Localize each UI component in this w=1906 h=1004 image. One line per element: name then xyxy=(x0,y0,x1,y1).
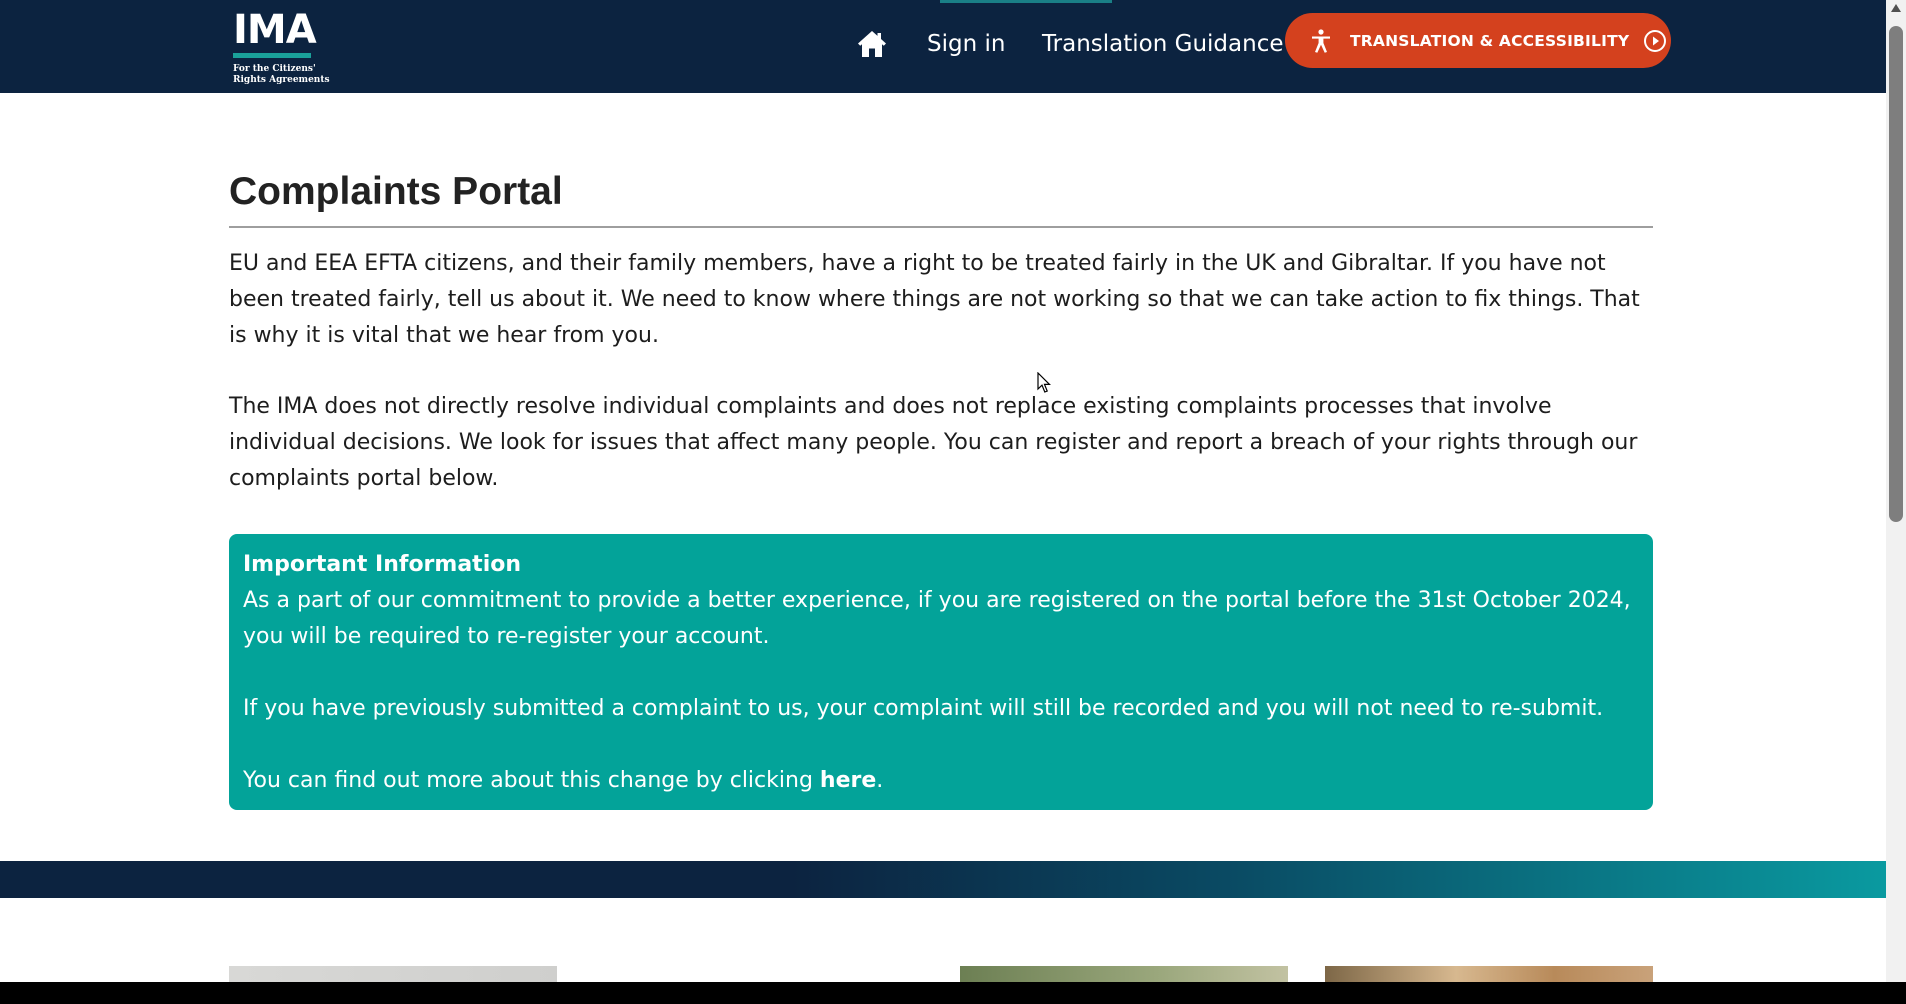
info-find-out-more-prefix: You can find out more about this change … xyxy=(243,768,820,793)
info-find-out-more: You can find out more about this change … xyxy=(243,763,1639,799)
header-accent-line xyxy=(940,0,1112,3)
site-header: IMA For the Citizens' Rights Agreements … xyxy=(0,0,1886,93)
info-heading: Important Information xyxy=(243,552,522,577)
here-link[interactable]: here xyxy=(820,768,876,793)
page-title: Complaints Portal xyxy=(229,170,563,213)
vertical-scrollbar[interactable] xyxy=(1886,0,1906,982)
info-submission-text: If you have previously submitted a compl… xyxy=(243,696,1604,721)
section-divider-band xyxy=(0,861,1886,898)
mouse-cursor-icon xyxy=(1037,372,1051,393)
logo-mark: IMA xyxy=(233,7,317,53)
important-information-box: Important Information As a part of our c… xyxy=(229,534,1653,810)
logo-tagline-line2: Rights Agreements xyxy=(233,75,330,85)
card-image[interactable] xyxy=(229,966,557,982)
info-find-out-more-suffix: . xyxy=(876,768,884,793)
logo-tagline-line1: For the Citizens' xyxy=(233,64,316,74)
intro-paragraph: EU and EEA EFTA citizens, and their fami… xyxy=(229,251,1640,348)
nav-sign-in[interactable]: Sign in xyxy=(927,28,1005,60)
card-image[interactable] xyxy=(1325,966,1653,982)
browser-viewport: IMA For the Citizens' Rights Agreements … xyxy=(0,0,1886,982)
title-divider xyxy=(229,226,1653,228)
scroll-up-arrow-icon[interactable] xyxy=(1891,4,1901,12)
card-image[interactable] xyxy=(960,966,1288,982)
accessibility-person-icon xyxy=(1312,28,1330,53)
nav-translation-guidance[interactable]: Translation Guidance xyxy=(1042,28,1284,60)
ima-logo[interactable]: IMA For the Citizens' Rights Agreements xyxy=(233,10,333,90)
logo-underline xyxy=(233,53,311,58)
translation-accessibility-button[interactable]: TRANSLATION & ACCESSIBILITY xyxy=(1285,13,1671,68)
circle-play-icon xyxy=(1644,29,1667,52)
ima-role-paragraph: The IMA does not directly resolve indivi… xyxy=(229,394,1638,491)
home-icon[interactable] xyxy=(857,30,887,58)
info-reregister-text: As a part of our commitment to provide a… xyxy=(243,588,1631,649)
translation-accessibility-label: TRANSLATION & ACCESSIBILITY xyxy=(1350,31,1630,50)
scrollbar-thumb[interactable] xyxy=(1889,26,1903,522)
